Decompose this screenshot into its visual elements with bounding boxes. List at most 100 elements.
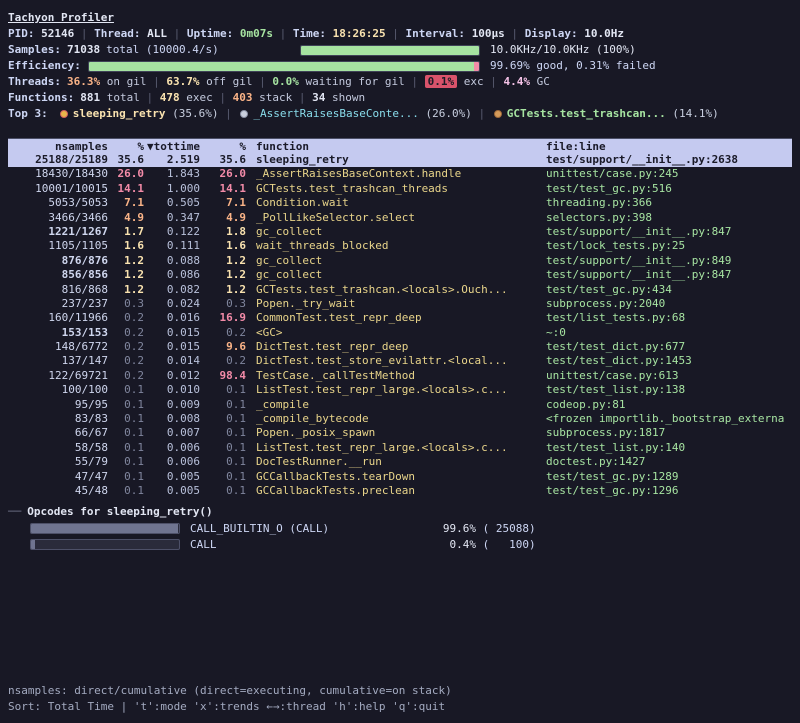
cell-pct-cumulative: 0.2 bbox=[200, 326, 246, 340]
cell-function: DocTestRunner.__run bbox=[246, 455, 546, 469]
column-header-[interactable]: % bbox=[108, 139, 144, 154]
cell-function: GCTests.test_trashcan_threads bbox=[246, 182, 546, 196]
table-row[interactable]: 55/790.10.0060.1DocTestRunner.__rundocte… bbox=[8, 455, 792, 469]
threads-line: Threads: 36.3% on gil | 63.7% off gil | … bbox=[8, 74, 792, 90]
table-row[interactable]: 58/580.10.0060.1ListTest.test_repr_large… bbox=[8, 441, 792, 455]
table-row[interactable]: 816/8681.20.0821.2GCTests.test_trashcan.… bbox=[8, 283, 792, 297]
cell-function: _AssertRaisesBaseContext.handle bbox=[246, 167, 546, 181]
thread-stat-name: waiting for gil bbox=[299, 75, 405, 88]
cell-pct-direct: 0.1 bbox=[108, 412, 144, 426]
cell-pct-cumulative: 1.2 bbox=[200, 268, 246, 282]
cell-pct-cumulative: 14.1 bbox=[200, 182, 246, 196]
table-row[interactable]: 148/67720.20.0159.6DictTest.test_repr_de… bbox=[8, 340, 792, 354]
column-header-[interactable]: % bbox=[200, 139, 246, 154]
cell-pct-direct: 0.1 bbox=[108, 398, 144, 412]
cell-pct-cumulative: 1.6 bbox=[200, 239, 246, 253]
cell-file-line: test/support/__init__.py:2638 bbox=[546, 153, 792, 167]
thread-stat-name: exc bbox=[457, 75, 484, 88]
profile-table: nsamples%▼tottime%functionfile:line 2518… bbox=[8, 138, 792, 498]
table-row[interactable]: 1221/12671.70.1221.8gc_collecttest/suppo… bbox=[8, 225, 792, 239]
separator: | bbox=[146, 75, 166, 88]
opcodes-list: CALL_BUILTIN_O (CALL)99.6% ( 25088)CALL0… bbox=[8, 520, 792, 552]
column-header-fileline[interactable]: file:line bbox=[546, 139, 792, 154]
cell-nsamples: 45/48 bbox=[8, 484, 108, 498]
table-row[interactable]: 95/950.10.0090.1_compilecodeop.py:81 bbox=[8, 398, 792, 412]
cell-function: Popen._try_wait bbox=[246, 297, 546, 311]
separator: | bbox=[292, 91, 312, 104]
table-row[interactable]: 5053/50537.10.5057.1Condition.waitthread… bbox=[8, 196, 792, 210]
efficiency-bar-failed-fill bbox=[474, 62, 479, 71]
cell-pct-cumulative: 0.1 bbox=[200, 484, 246, 498]
table-row[interactable]: 1105/11051.60.1111.6wait_threads_blocked… bbox=[8, 239, 792, 253]
table-row[interactable]: 83/830.10.0080.1_compile_bytecode<frozen… bbox=[8, 412, 792, 426]
cell-file-line: test/support/__init__.py:847 bbox=[546, 225, 792, 239]
cell-file-line: test/test_list.py:140 bbox=[546, 441, 792, 455]
cell-function: _compile_bytecode bbox=[246, 412, 546, 426]
cell-pct-direct: 0.2 bbox=[108, 369, 144, 383]
separator: | bbox=[140, 91, 160, 104]
cell-nsamples: 153/153 bbox=[8, 326, 108, 340]
table-row[interactable]: 137/1470.20.0140.2DictTest.test_store_ev… bbox=[8, 354, 792, 368]
table-row[interactable]: 153/1530.20.0150.2<GC>~:0 bbox=[8, 326, 792, 340]
cell-pct-direct: 0.2 bbox=[108, 354, 144, 368]
table-header-row: nsamples%▼tottime%functionfile:line bbox=[8, 138, 792, 153]
table-row[interactable]: 47/470.10.0050.1GCCallbackTests.tearDown… bbox=[8, 470, 792, 484]
table-row[interactable]: 66/670.10.0070.1Popen._posix_spawnsubpro… bbox=[8, 426, 792, 440]
cell-tottime: 0.006 bbox=[144, 441, 200, 455]
cell-tottime: 0.012 bbox=[144, 369, 200, 383]
cell-pct-direct: 0.1 bbox=[108, 484, 144, 498]
threads-stats: 36.3% on gil | 63.7% off gil | 0.0% wait… bbox=[67, 74, 550, 90]
table-row[interactable]: 10001/1001514.11.00014.1GCTests.test_tra… bbox=[8, 182, 792, 196]
opcode-bar bbox=[30, 523, 180, 534]
cell-nsamples: 25188/25189 bbox=[8, 153, 108, 167]
cell-file-line: selectors.py:398 bbox=[546, 211, 792, 225]
cell-function: sleeping_retry bbox=[246, 153, 546, 167]
table-row[interactable]: 856/8561.20.0861.2gc_collecttest/support… bbox=[8, 268, 792, 282]
cell-nsamples: 876/876 bbox=[8, 254, 108, 268]
cell-pct-direct: 1.2 bbox=[108, 283, 144, 297]
table-row[interactable]: 237/2370.30.0240.3Popen._try_waitsubproc… bbox=[8, 297, 792, 311]
table-row[interactable]: 160/119660.20.01616.9CommonTest.test_rep… bbox=[8, 311, 792, 325]
table-row[interactable]: 122/697210.20.01298.4TestCase._callTestM… bbox=[8, 369, 792, 383]
cell-pct-cumulative: 26.0 bbox=[200, 167, 246, 181]
cell-pct-direct: 1.2 bbox=[108, 254, 144, 268]
table-row[interactable]: 18430/1843026.01.84326.0_AssertRaisesBas… bbox=[8, 167, 792, 181]
cell-pct-direct: 0.2 bbox=[108, 340, 144, 354]
cell-nsamples: 47/47 bbox=[8, 470, 108, 484]
status-bar: PID: 52146 | Thread: ALL | Uptime: 0m07s… bbox=[8, 26, 792, 42]
cell-nsamples: 58/58 bbox=[8, 441, 108, 455]
cell-tottime: 0.010 bbox=[144, 383, 200, 397]
cell-nsamples: 10001/10015 bbox=[8, 182, 108, 196]
table-row[interactable]: 100/1000.10.0100.1ListTest.test_repr_lar… bbox=[8, 383, 792, 397]
cell-tottime: 0.007 bbox=[144, 426, 200, 440]
cell-pct-cumulative: 7.1 bbox=[200, 196, 246, 210]
cell-nsamples: 856/856 bbox=[8, 268, 108, 282]
table-row[interactable]: 3466/34664.90.3474.9_PollLikeSelector.se… bbox=[8, 211, 792, 225]
samples-rate: 10.0KHz/10.0KHz (100%) bbox=[490, 42, 636, 58]
opcode-row: CALL0.4% ( 100) bbox=[8, 536, 792, 552]
thread-stat-value: 63.7% bbox=[166, 75, 199, 88]
thread-stat-value: 0.1% bbox=[425, 75, 458, 88]
table-row[interactable]: 45/480.10.0050.1GCCallbackTests.preclean… bbox=[8, 484, 792, 498]
table-row[interactable]: 25188/2518935.62.51935.6sleeping_retryte… bbox=[8, 153, 792, 167]
status-field-label: PID: bbox=[8, 26, 41, 42]
column-header-function[interactable]: function bbox=[246, 139, 546, 154]
table-row[interactable]: 876/8761.20.0881.2gc_collecttest/support… bbox=[8, 254, 792, 268]
functions-stat-value: 478 bbox=[160, 91, 180, 104]
status-field-label: Interval: bbox=[405, 26, 471, 42]
cell-function: ListTest.test_repr_large.<locals>.c... bbox=[246, 383, 546, 397]
cell-function: GCCallbackTests.tearDown bbox=[246, 470, 546, 484]
cell-tottime: 1.843 bbox=[144, 167, 200, 181]
separator: | bbox=[167, 26, 187, 42]
column-header-tottime[interactable]: ▼tottime bbox=[144, 139, 200, 154]
cell-pct-cumulative: 35.6 bbox=[200, 153, 246, 167]
opcodes-header: ── Opcodes for sleeping_retry() bbox=[8, 504, 792, 520]
cell-nsamples: 1221/1267 bbox=[8, 225, 108, 239]
cell-function: Popen._posix_spawn bbox=[246, 426, 546, 440]
top-function-pct: (35.6%) bbox=[165, 107, 218, 120]
spacer-row bbox=[8, 122, 792, 138]
status-field-value: 10.0Hz bbox=[584, 26, 624, 42]
cell-function: wait_threads_blocked bbox=[246, 239, 546, 253]
status-field-value: 52146 bbox=[41, 26, 74, 42]
column-header-nsamples[interactable]: nsamples bbox=[8, 139, 108, 154]
